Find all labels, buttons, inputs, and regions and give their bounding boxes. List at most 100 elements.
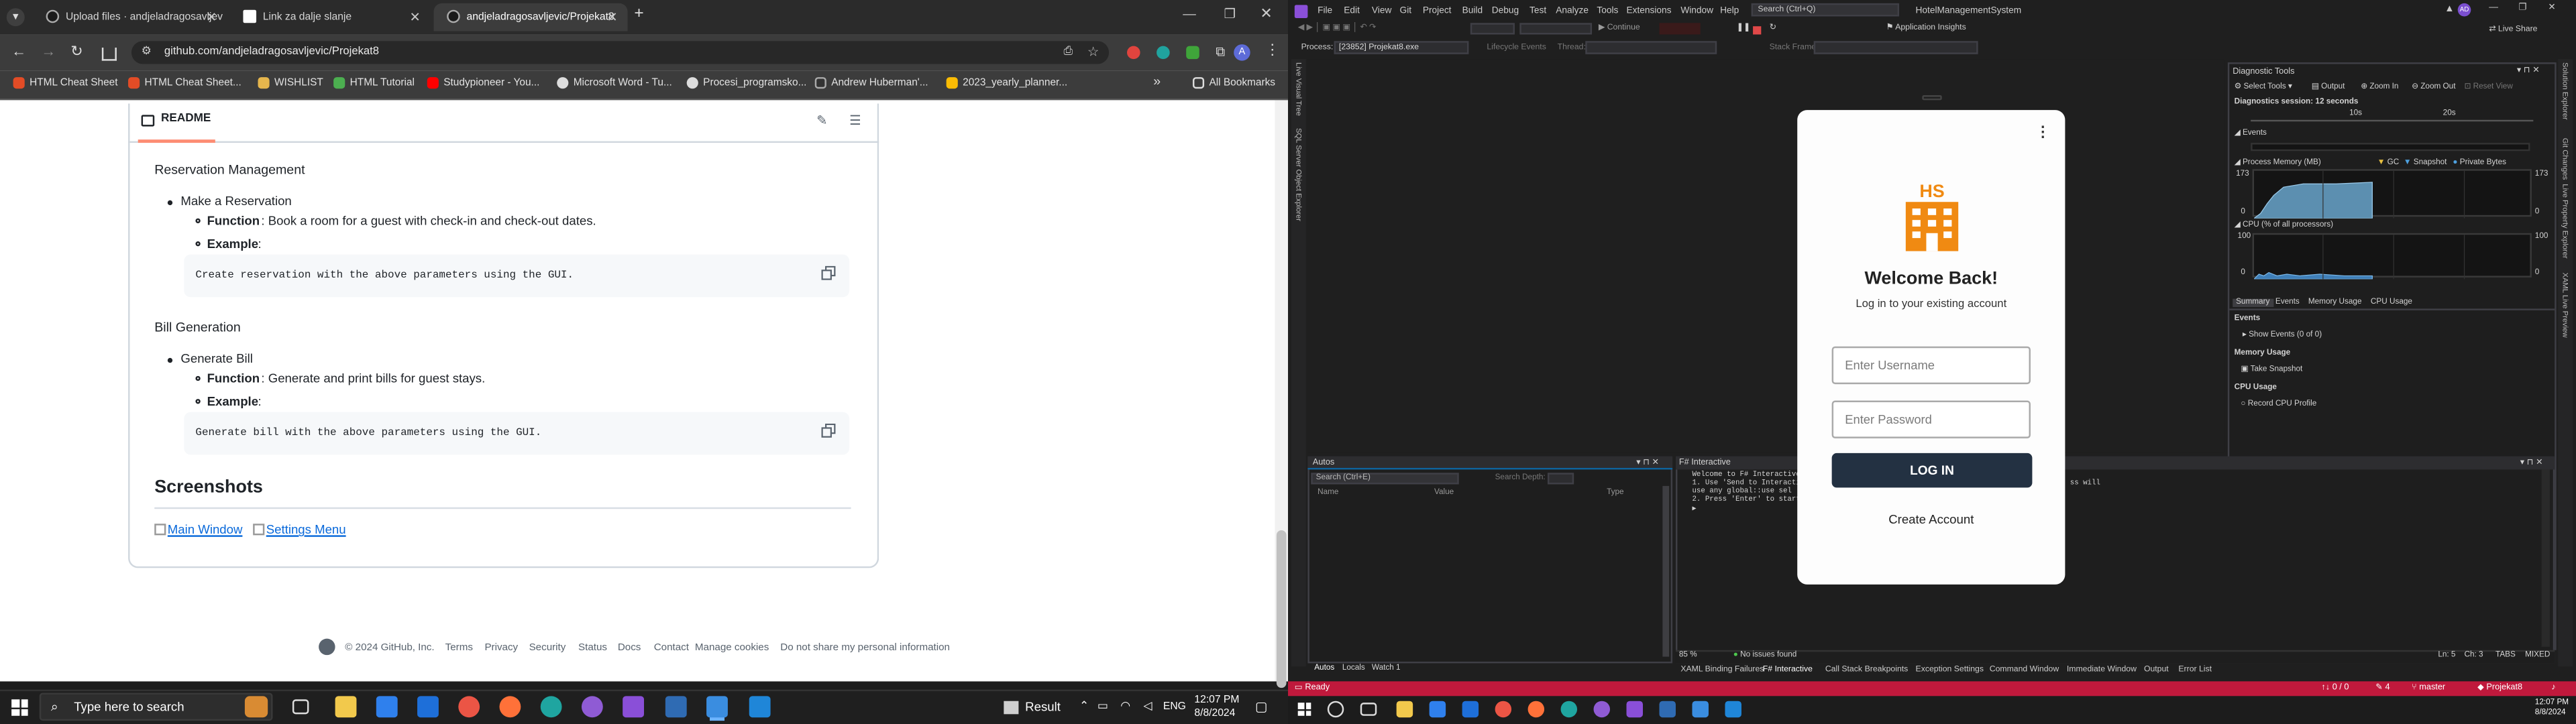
- panel-controls[interactable]: ▾ ⊓ ✕: [1636, 458, 1659, 468]
- visual-studio-icon[interactable]: [623, 696, 645, 718]
- minimize-button[interactable]: —: [2489, 3, 2498, 13]
- windows-start-icon[interactable]: [11, 699, 28, 716]
- process-dropdown[interactable]: [23852] Projekat8.exe: [1334, 41, 1469, 54]
- forward-icon[interactable]: →: [41, 43, 56, 59]
- tab-events[interactable]: Events: [2275, 299, 2300, 307]
- language[interactable]: ENG: [1163, 701, 1186, 713]
- side-tab-xaml-preview[interactable]: XAML Live Preview: [2561, 273, 2569, 338]
- maximize-button[interactable]: ❐: [1224, 7, 1236, 21]
- footer-link-status[interactable]: Status: [578, 642, 607, 654]
- tab-call-stack[interactable]: Call Stack: [1825, 665, 1862, 675]
- firefox-icon[interactable]: [499, 696, 521, 718]
- tab-memory-usage[interactable]: Memory Usage: [2308, 299, 2362, 307]
- github-desktop-icon[interactable]: [581, 696, 603, 718]
- menu-debug[interactable]: Debug: [1492, 7, 1519, 17]
- zoom-out-button[interactable]: ⊖ Zoom Out: [2412, 84, 2455, 92]
- new-tab-button[interactable]: +: [634, 5, 643, 23]
- close-icon[interactable]: ✕: [206, 3, 217, 32]
- locals-bottom-tab[interactable]: Locals: [1342, 665, 1365, 673]
- install-icon[interactable]: ⎙: [1063, 41, 1073, 64]
- menu-project[interactable]: Project: [1423, 7, 1452, 17]
- clock-time[interactable]: 12:07 PM: [1194, 695, 1239, 706]
- tab-output[interactable]: Output: [2144, 665, 2169, 675]
- tab-command-window[interactable]: Command Window: [1990, 665, 2059, 675]
- bookmark-item[interactable]: Studypioneer - You...: [427, 77, 539, 89]
- tab-exception-settings[interactable]: Exception Settings: [1916, 665, 1984, 675]
- autos-scrollbar[interactable]: [1662, 485, 1670, 657]
- zoom-in-button[interactable]: ⊕ Zoom In: [2361, 84, 2398, 92]
- pause-icon[interactable]: ❚❚: [1737, 23, 1751, 33]
- toolbar-buttons[interactable]: ◀ ▶ │ ▣ ▣ ▣ │ ↶ ↷: [1298, 23, 1377, 33]
- side-tab-sql-explorer[interactable]: SQL Server Object Explorer: [1295, 128, 1303, 221]
- notification-icon[interactable]: ▢: [1255, 699, 1268, 714]
- mail-icon[interactable]: [1462, 701, 1479, 718]
- address-bar[interactable]: ⚙ github.com/andjeladragosavljevic/Proje…: [131, 41, 1110, 64]
- bookmark-item[interactable]: Microsoft Word - Tu...: [557, 77, 672, 89]
- wifi-icon[interactable]: ◠: [1120, 699, 1130, 713]
- mail-icon[interactable]: [417, 696, 439, 718]
- bookmark-item[interactable]: WISHLIST: [258, 77, 323, 89]
- fsi-scrollbar[interactable]: [2541, 469, 2550, 647]
- app-icon[interactable]: [665, 696, 687, 718]
- side-tab-live-visual-tree[interactable]: Live Visual Tree: [1295, 62, 1303, 116]
- tab-fsharp-interactive[interactable]: F# Interactive: [1763, 665, 1813, 675]
- tab-xaml-binding[interactable]: XAML Binding Failures: [1680, 665, 1764, 675]
- footer-link-docs[interactable]: Docs: [618, 642, 641, 654]
- footer-link-privacy-choice[interactable]: Do not share my personal information: [780, 642, 950, 654]
- zoom-level[interactable]: 85 %: [1679, 652, 1697, 660]
- volume-icon[interactable]: ◁: [1144, 699, 1152, 713]
- search-depth-dropdown[interactable]: [1547, 473, 1574, 485]
- extensions-icon[interactable]: ⧉: [1216, 44, 1225, 60]
- close-window-button[interactable]: ✕: [1260, 5, 1272, 23]
- panel-controls[interactable]: ▾ ⊓ ✕: [2520, 458, 2543, 468]
- panel-controls[interactable]: ▾ ⊓ ✕: [2517, 66, 2540, 76]
- copy-icon[interactable]: [821, 265, 837, 281]
- close-icon[interactable]: ✕: [606, 3, 617, 32]
- select-tools-button[interactable]: ⚙ Select Tools ▾: [2235, 84, 2292, 92]
- reset-view-button[interactable]: ⊡ Reset View: [2464, 84, 2512, 92]
- app-icon-active[interactable]: [1692, 701, 1709, 718]
- menu-file[interactable]: File: [1318, 7, 1332, 17]
- status-project[interactable]: ◆ Projekat8: [2477, 683, 2522, 693]
- thread-dropdown[interactable]: [1585, 41, 1717, 54]
- chrome-icon[interactable]: [1495, 701, 1512, 718]
- extension-icon-green[interactable]: [1186, 46, 1199, 60]
- reload-icon[interactable]: ↻: [70, 43, 83, 61]
- editor-splitter-handle[interactable]: [1922, 95, 1942, 101]
- autos-search[interactable]: Search (Ctrl+E): [1311, 473, 1459, 485]
- username-field[interactable]: Enter Username: [1831, 346, 2031, 385]
- tab-search-button[interactable]: ▾: [6, 8, 25, 27]
- file-explorer-icon[interactable]: [1396, 701, 1413, 718]
- main-window-link[interactable]: Main Window: [154, 522, 242, 537]
- status-errors[interactable]: ↑↓ 0 / 0: [2321, 683, 2349, 693]
- outline-icon[interactable]: ☰: [849, 113, 861, 128]
- config-dropdown[interactable]: [1470, 23, 1515, 35]
- tab-summary[interactable]: Summary: [2233, 298, 2273, 307]
- footer-link-cookies[interactable]: Manage cookies: [695, 642, 769, 654]
- file-explorer-icon[interactable]: [335, 696, 357, 718]
- side-tab-live-property[interactable]: Live Property Explorer: [2561, 184, 2569, 258]
- minimize-button[interactable]: —: [1183, 7, 1196, 21]
- back-icon[interactable]: ←: [11, 43, 26, 59]
- clock-date[interactable]: 8/8/2024: [2535, 709, 2566, 717]
- result-label[interactable]: Result: [1025, 699, 1061, 714]
- visual-studio-icon[interactable]: [1626, 701, 1643, 718]
- github-logo-icon[interactable]: [319, 638, 335, 656]
- menu-tools[interactable]: Tools: [1597, 7, 1618, 17]
- pencil-icon[interactable]: ✎: [816, 113, 827, 128]
- store-icon[interactable]: [1429, 701, 1446, 718]
- status-branch[interactable]: ⑂ master: [2412, 683, 2445, 693]
- taskbar-search[interactable]: ⌕ Type here to search: [39, 692, 273, 721]
- take-snapshot-button[interactable]: ▣ Take Snapshot: [2241, 366, 2302, 374]
- more-options-icon[interactable]: ⋮: [2035, 123, 2050, 141]
- vs-search-box[interactable]: Search (Ctrl+Q): [1751, 3, 1900, 17]
- menu-extensions[interactable]: Extensions: [1627, 7, 1672, 17]
- menu-analyze[interactable]: Analyze: [1556, 7, 1589, 17]
- debug-toolbar-icons[interactable]: [1659, 23, 1701, 35]
- footer-link-contact[interactable]: Contact: [654, 642, 689, 654]
- edge-icon[interactable]: [1560, 701, 1578, 718]
- tab-upload-files[interactable]: Upload files · andjeladragosavljev ✕: [33, 3, 227, 32]
- status-pencil[interactable]: ✎ 4: [2375, 683, 2390, 693]
- footer-link-privacy[interactable]: Privacy: [484, 642, 518, 654]
- tab-breakpoints[interactable]: Breakpoints: [1865, 665, 1909, 675]
